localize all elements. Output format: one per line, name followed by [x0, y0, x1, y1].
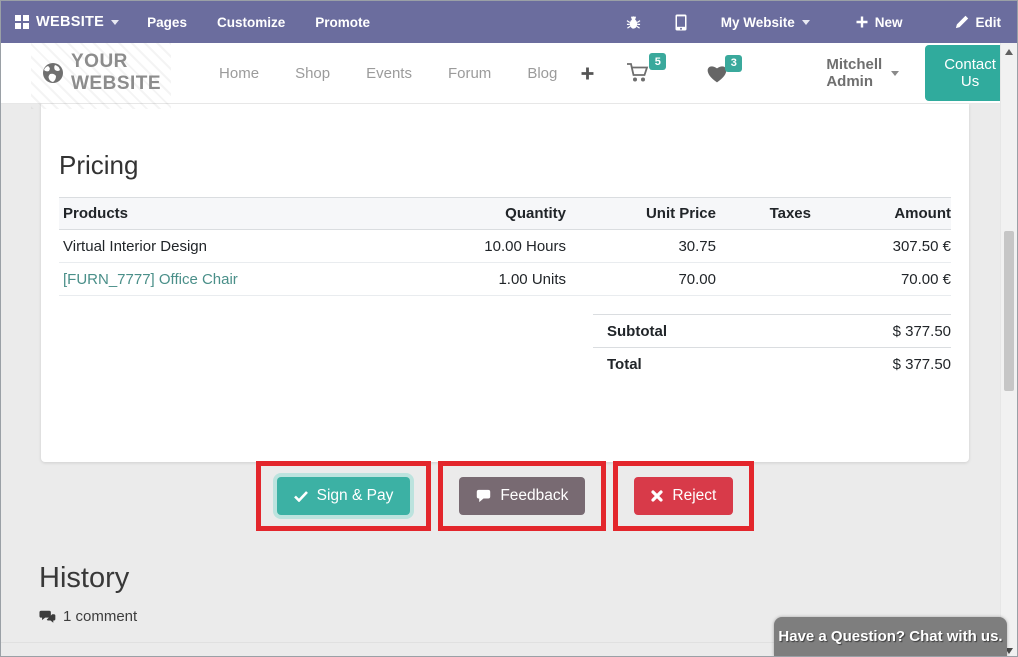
website-navbar: YOUR WEBSITE Home Shop Events Forum Blog…: [1, 37, 1017, 109]
wishlist-count-badge: 3: [725, 54, 743, 72]
feedback-label: Feedback: [500, 487, 569, 504]
new-label: New: [874, 14, 903, 30]
total-row: Total $ 377.50: [593, 347, 951, 380]
quotation-actions: Sign & Pay Feedback Reject: [41, 461, 969, 531]
product-name: Virtual Interior Design: [63, 237, 207, 255]
table-row: Virtual Interior Design 10.00 Hours 30.7…: [59, 230, 951, 263]
nav-menu: Home Shop Events Forum Blog 5 3: [201, 53, 750, 84]
header-quantity: Quantity: [505, 205, 566, 222]
plus-icon: [856, 16, 868, 28]
quotation-card: Pricing Products Quantity Unit Price Tax…: [41, 104, 969, 462]
edit-button[interactable]: Edit: [955, 14, 1002, 30]
add-page-plus-icon[interactable]: [581, 67, 594, 80]
my-website-label: My Website: [720, 14, 795, 30]
user-account-menu[interactable]: Mitchell Admin: [826, 56, 900, 90]
new-button[interactable]: New: [856, 15, 903, 30]
product-quantity: 1.00 Units: [498, 270, 566, 288]
globe-icon: [41, 61, 65, 85]
wishlist-button[interactable]: 3: [706, 54, 743, 83]
website-app-menu[interactable]: WEBSITE: [15, 14, 120, 30]
totals-table: Subtotal $ 377.50 Total $ 377.50: [593, 314, 951, 380]
pricing-table: Products Quantity Unit Price Taxes Amoun…: [59, 197, 951, 296]
comment-count-label: 1 comment: [63, 608, 138, 625]
topbar-item-customize[interactable]: Customize: [217, 15, 285, 30]
grid-icon: [15, 15, 29, 29]
sign-and-pay-button[interactable]: Sign & Pay: [276, 477, 411, 515]
debug-bug-icon[interactable]: [626, 15, 641, 30]
product-name-link[interactable]: [FURN_7777] Office Chair: [59, 264, 389, 295]
scroll-up-arrow-icon[interactable]: [1005, 49, 1013, 55]
comment-count-row: 1 comment: [39, 608, 137, 625]
vertical-scrollbar[interactable]: [1000, 43, 1017, 656]
chevron-down-icon: [891, 70, 900, 76]
admin-topbar: WEBSITE Pages Customize Promote My Websi…: [1, 1, 1017, 43]
scrollbar-thumb[interactable]: [1004, 231, 1014, 391]
total-value: $ 377.50: [892, 355, 951, 373]
site-logo-text: YOUR WEBSITE: [71, 51, 162, 94]
topbar-item-pages[interactable]: Pages: [147, 15, 187, 30]
header-amount: Amount: [894, 205, 951, 222]
nav-item-forum[interactable]: Forum: [448, 65, 491, 82]
feedback-button[interactable]: Feedback: [459, 477, 586, 515]
nav-item-blog[interactable]: Blog: [527, 65, 557, 82]
subtotal-value: $ 377.50: [892, 322, 951, 340]
product-unit-price: 70.00: [678, 270, 716, 288]
history-title: History: [39, 562, 130, 594]
product-amount: 70.00 €: [900, 270, 951, 288]
cart-count-badge: 5: [649, 53, 667, 70]
edit-label: Edit: [975, 14, 1002, 30]
speech-bubble-icon: [476, 489, 491, 503]
product-taxes: [724, 272, 819, 286]
user-name: Mitchell Admin: [826, 56, 883, 90]
annotation-box-reject: Reject: [613, 461, 755, 531]
sign-and-pay-label: Sign & Pay: [316, 487, 394, 504]
annotation-box-sign-pay: Sign & Pay: [255, 461, 432, 531]
browser-viewport: WEBSITE Pages Customize Promote My Websi…: [0, 0, 1018, 657]
chevron-down-icon: [111, 19, 120, 25]
nav-item-events[interactable]: Events: [366, 65, 412, 82]
page-content: Pricing Products Quantity Unit Price Tax…: [1, 104, 1017, 656]
pricing-table-header: Products Quantity Unit Price Taxes Amoun…: [59, 197, 951, 230]
my-website-menu[interactable]: My Website: [721, 15, 810, 30]
check-icon: [293, 490, 308, 502]
nav-item-shop[interactable]: Shop: [295, 65, 330, 82]
pricing-title: Pricing: [59, 150, 139, 180]
livechat-widget[interactable]: Have a Question? Chat with us.: [774, 617, 1007, 656]
nav-item-home[interactable]: Home: [219, 65, 259, 82]
topbar-right-group: My Website New Edit: [626, 14, 1001, 31]
topbar-item-promote[interactable]: Promote: [315, 15, 370, 30]
product-unit-price: 30.75: [678, 237, 716, 255]
x-icon: [651, 490, 664, 502]
comments-icon: [39, 610, 56, 624]
subtotal-label: Subtotal: [607, 322, 667, 340]
cart-button[interactable]: 5: [626, 53, 667, 84]
product-taxes: [724, 239, 819, 253]
header-taxes: Taxes: [769, 205, 811, 222]
product-amount: 307.50 €: [892, 237, 951, 255]
pencil-icon: [955, 15, 969, 29]
mobile-preview-icon[interactable]: [675, 14, 687, 31]
header-unit-price: Unit Price: [645, 205, 716, 222]
total-label: Total: [607, 355, 642, 373]
chevron-down-icon: [801, 19, 810, 25]
header-products: Products: [63, 205, 129, 222]
reject-label: Reject: [672, 487, 717, 504]
site-logo[interactable]: YOUR WEBSITE: [31, 37, 172, 109]
reject-button[interactable]: Reject: [634, 477, 734, 515]
topbar-left-group: WEBSITE Pages Customize Promote: [15, 14, 370, 30]
subtotal-row: Subtotal $ 377.50: [593, 314, 951, 347]
product-quantity: 10.00 Hours: [484, 237, 566, 255]
livechat-label: Have a Question? Chat with us.: [778, 628, 1003, 645]
website-app-label: WEBSITE: [36, 14, 105, 30]
annotation-box-feedback: Feedback: [438, 461, 607, 531]
table-row: [FURN_7777] Office Chair 1.00 Units 70.0…: [59, 263, 951, 296]
